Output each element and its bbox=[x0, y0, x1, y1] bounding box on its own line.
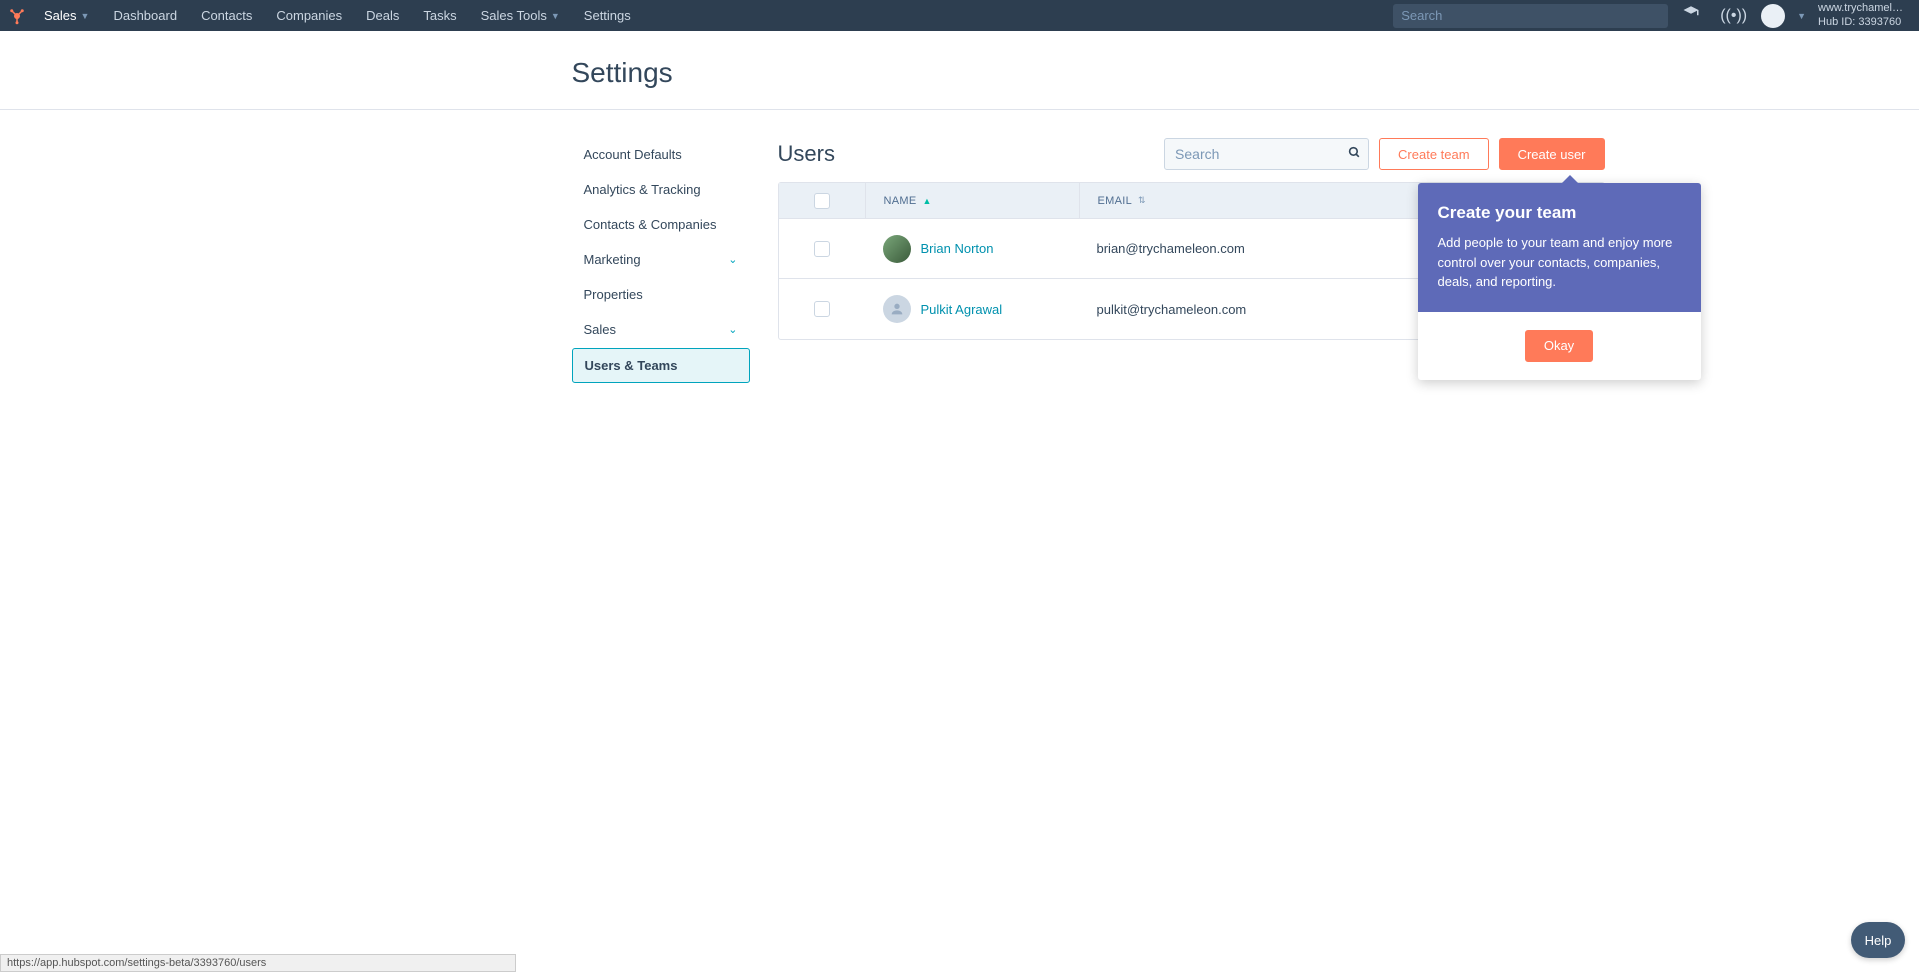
create-team-button[interactable]: Create team bbox=[1379, 138, 1489, 170]
nav-tasks[interactable]: Tasks bbox=[411, 0, 468, 31]
avatar bbox=[883, 295, 911, 323]
account-info[interactable]: www.trychamel… Hub ID: 3393760 bbox=[1818, 2, 1911, 28]
nav-brand[interactable]: Sales ▼ bbox=[32, 0, 101, 31]
broadcast-icon[interactable]: ((•)) bbox=[1714, 7, 1753, 25]
row-checkbox[interactable] bbox=[814, 301, 830, 317]
users-search[interactable] bbox=[1164, 138, 1369, 170]
user-email: pulkit@trychameleon.com bbox=[1079, 302, 1444, 317]
sidebar-item-marketing[interactable]: Marketing⌄ bbox=[572, 243, 750, 276]
academy-icon[interactable] bbox=[1676, 4, 1706, 27]
hubspot-logo-icon[interactable] bbox=[8, 6, 28, 26]
sidebar-item-analytics[interactable]: Analytics & Tracking bbox=[572, 173, 750, 206]
global-search-input[interactable] bbox=[1393, 4, 1668, 28]
settings-sidebar: Account Defaults Analytics & Tracking Co… bbox=[572, 138, 750, 385]
popover-body: Add people to your team and enjoy more c… bbox=[1438, 233, 1681, 292]
user-name-link[interactable]: Pulkit Agrawal bbox=[921, 302, 1003, 317]
caret-down-icon: ▼ bbox=[1797, 11, 1806, 21]
content-title: Users bbox=[778, 141, 835, 167]
chevron-down-icon: ⌄ bbox=[728, 253, 737, 266]
popover-okay-button[interactable]: Okay bbox=[1525, 330, 1593, 362]
select-all-checkbox[interactable] bbox=[814, 193, 830, 209]
page-title: Settings bbox=[572, 57, 1605, 89]
user-email: brian@trychameleon.com bbox=[1079, 241, 1444, 256]
content-area: Users Create team Create user NAME ▲ bbox=[778, 138, 1605, 385]
user-avatar[interactable] bbox=[1761, 4, 1785, 28]
nav-sales-tools[interactable]: Sales Tools ▼ bbox=[469, 0, 572, 31]
row-checkbox[interactable] bbox=[814, 241, 830, 257]
user-name-link[interactable]: Brian Norton bbox=[921, 241, 994, 256]
caret-down-icon: ▼ bbox=[551, 11, 560, 21]
create-team-popover: Create your team Add people to your team… bbox=[1418, 183, 1701, 380]
popover-title: Create your team bbox=[1438, 203, 1681, 223]
caret-down-icon: ▼ bbox=[81, 11, 90, 21]
avatar bbox=[883, 235, 911, 263]
nav-settings[interactable]: Settings bbox=[572, 0, 643, 31]
create-user-button[interactable]: Create user bbox=[1499, 138, 1605, 170]
nav-companies[interactable]: Companies bbox=[264, 0, 354, 31]
help-button[interactable]: Help bbox=[1851, 922, 1905, 958]
sidebar-item-properties[interactable]: Properties bbox=[572, 278, 750, 311]
sidebar-item-sales[interactable]: Sales⌄ bbox=[572, 313, 750, 346]
search-icon[interactable] bbox=[1340, 146, 1368, 162]
browser-status-bar: https://app.hubspot.com/settings-beta/33… bbox=[0, 954, 516, 972]
chevron-down-icon: ⌄ bbox=[728, 323, 737, 336]
column-header-email[interactable]: EMAIL ⇅ bbox=[1079, 183, 1444, 218]
nav-dashboard[interactable]: Dashboard bbox=[101, 0, 189, 31]
sidebar-item-users-teams[interactable]: Users & Teams bbox=[572, 348, 750, 383]
sort-asc-icon: ▲ bbox=[922, 196, 931, 206]
sidebar-item-account-defaults[interactable]: Account Defaults bbox=[572, 138, 750, 171]
nav-deals[interactable]: Deals bbox=[354, 0, 411, 31]
nav-contacts[interactable]: Contacts bbox=[189, 0, 264, 31]
top-nav: Sales ▼ Dashboard Contacts Companies Dea… bbox=[0, 0, 1919, 31]
users-search-input[interactable] bbox=[1165, 146, 1340, 162]
sidebar-item-contacts-companies[interactable]: Contacts & Companies bbox=[572, 208, 750, 241]
sort-icon: ⇅ bbox=[1138, 195, 1146, 206]
column-header-name[interactable]: NAME ▲ bbox=[865, 183, 1079, 218]
